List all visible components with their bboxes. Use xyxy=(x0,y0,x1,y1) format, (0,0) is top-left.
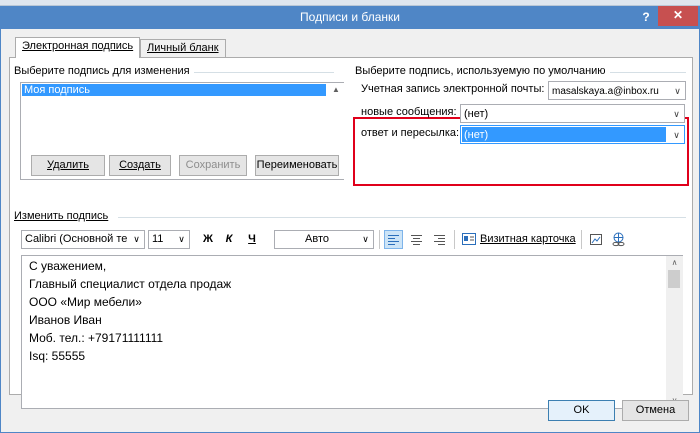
signature-editor[interactable]: С уважением, Главный специалист отдела п… xyxy=(21,255,683,409)
signature-line: Главный специалист отдела продаж xyxy=(29,277,232,291)
new-messages-select[interactable]: (нет) ∨ xyxy=(460,104,685,123)
account-label: Учетная запись электронной почты: xyxy=(361,83,545,95)
replies-value: (нет) xyxy=(464,129,489,141)
account-select[interactable]: masalskaya.a@inbox.ru ∨ xyxy=(548,81,686,100)
tab-personal-stationery[interactable]: Личный бланк xyxy=(140,39,226,58)
group-divider xyxy=(190,72,334,73)
save-button[interactable]: Сохранить xyxy=(179,155,247,176)
color-value: Авто xyxy=(305,233,329,245)
italic-button[interactable]: К xyxy=(220,230,238,249)
ok-button[interactable]: OK xyxy=(548,400,615,421)
toolbar-separator xyxy=(454,230,455,249)
select-signature-label: Выберите подпись для изменения xyxy=(14,65,194,77)
scroll-up-icon[interactable]: ▲ xyxy=(328,83,344,97)
align-center-icon xyxy=(411,235,422,245)
align-right-icon xyxy=(434,235,445,245)
rename-button[interactable]: Переименовать xyxy=(255,155,339,176)
close-button[interactable]: ✕ xyxy=(658,6,698,26)
replies-select[interactable]: (нет) ∨ xyxy=(460,125,685,144)
align-right-button[interactable] xyxy=(431,231,448,248)
selection-highlight xyxy=(462,127,666,142)
signatures-dialog: Электронная подпись Личный бланк Выберит… xyxy=(0,29,700,433)
chevron-down-icon[interactable]: ∨ xyxy=(129,231,144,248)
color-select[interactable]: Авто ∨ xyxy=(274,230,374,249)
font-value: Calibri (Основной те xyxy=(25,233,128,245)
chevron-down-icon[interactable]: ∨ xyxy=(174,231,189,248)
signature-line: Isq: 55555 xyxy=(29,349,86,363)
align-center-button[interactable] xyxy=(408,231,425,248)
signature-line: ООО «Мир мебели» xyxy=(29,295,142,309)
cancel-button[interactable]: Отмена xyxy=(622,400,689,421)
font-size-select[interactable]: 11 ∨ xyxy=(148,230,190,249)
tab-email-signature-label: Электронная подпись xyxy=(22,40,134,52)
new-messages-value: (нет) xyxy=(464,108,489,120)
business-card-button[interactable]: Визитная карточка xyxy=(460,230,578,249)
new-messages-label: новые сообщения: xyxy=(361,106,457,118)
title-bar: Подписи и бланки ? ✕ xyxy=(0,6,700,29)
window-title: Подписи и бланки xyxy=(300,10,400,24)
chevron-down-icon[interactable]: ∨ xyxy=(669,82,685,99)
signature-line: Иванов Иван xyxy=(29,313,102,327)
editor-scrollbar[interactable]: ∧ ∨ xyxy=(666,256,683,408)
insert-hyperlink-button[interactable] xyxy=(610,231,627,248)
font-size-value: 11 xyxy=(152,233,164,245)
scrollbar-thumb[interactable] xyxy=(668,270,680,288)
align-left-button[interactable] xyxy=(384,230,403,249)
business-card-icon xyxy=(462,233,476,245)
scroll-up-icon[interactable]: ∧ xyxy=(666,256,683,270)
globe-link-icon xyxy=(612,232,625,247)
chevron-down-icon[interactable]: ∨ xyxy=(668,105,684,122)
tab-email-signature[interactable]: Электронная подпись xyxy=(15,37,141,58)
group-divider xyxy=(118,217,686,218)
replies-label: ответ и пересылка: xyxy=(361,127,460,139)
toolbar-separator xyxy=(379,230,380,249)
list-item[interactable]: Моя подпись xyxy=(22,84,326,96)
tab-personal-stationery-label: Личный бланк xyxy=(147,42,219,54)
bold-button[interactable]: Ж xyxy=(199,230,217,249)
account-value: masalskaya.a@inbox.ru xyxy=(552,86,659,97)
signature-line: С уважением, xyxy=(29,259,107,273)
signature-line: Моб. тел.: +79171111111 xyxy=(29,331,164,345)
align-left-icon xyxy=(388,235,399,245)
create-button[interactable]: Создать xyxy=(109,155,171,176)
insert-picture-button[interactable] xyxy=(588,231,605,248)
underline-button[interactable]: Ч xyxy=(243,230,261,249)
default-signature-label: Выберите подпись, используемую по умолча… xyxy=(355,65,610,77)
chevron-down-icon[interactable]: ∨ xyxy=(358,231,373,248)
toolbar-separator xyxy=(581,230,582,249)
font-select[interactable]: Calibri (Основной те ∨ xyxy=(21,230,145,249)
business-card-label: Визитная карточка xyxy=(480,233,576,245)
help-button[interactable]: ? xyxy=(637,8,655,26)
delete-button[interactable]: Удалить xyxy=(31,155,105,176)
insert-picture-icon xyxy=(590,234,602,245)
chevron-down-icon[interactable]: ∨ xyxy=(668,126,684,143)
edit-signature-label: Изменить подпись xyxy=(14,210,113,222)
